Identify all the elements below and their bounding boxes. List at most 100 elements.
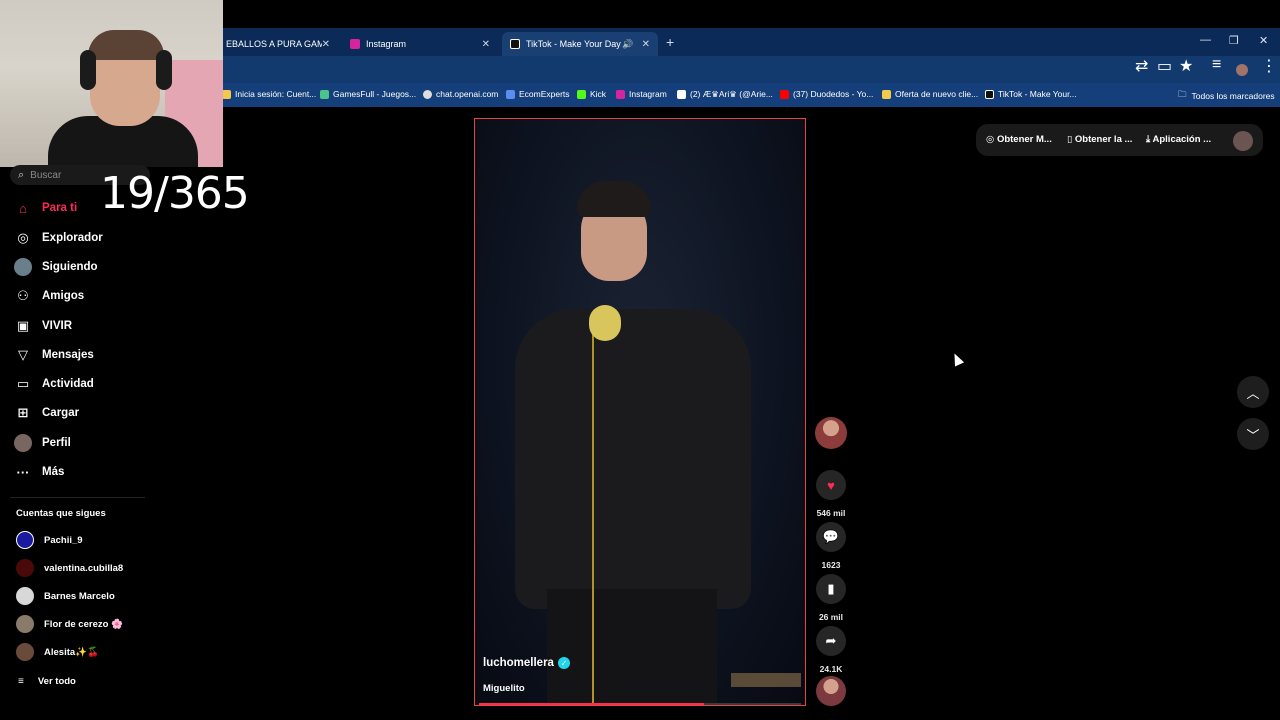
close-icon[interactable]: ✕ [322,39,330,50]
nav-amigos[interactable]: ⚇ Amigos [14,287,84,305]
tab-label: Instagram [366,39,407,49]
video-player[interactable]: luchomellera ✓ Miguelito [474,118,806,706]
close-icon[interactable]: ✕ [642,39,650,50]
new-tab-button[interactable]: + [666,34,674,50]
following-account[interactable]: Alesita✨🍒 [16,643,99,661]
bookmark-item[interactable]: TikTok - Make Your... [985,89,1077,99]
tab-tiktok[interactable]: TikTok - Make Your Day 🔊 ✕ [502,32,658,56]
avatar [16,559,34,577]
user-avatar[interactable] [1233,131,1253,151]
bookmark-item[interactable]: (37) Duodedos - Yo... [780,89,873,99]
share-icon: ➦ [816,626,846,656]
get-coins-button[interactable]: ◎ Obtener M... [986,134,1052,145]
sidebar-divider [10,497,145,498]
verified-icon: ✓ [557,657,570,669]
account-name: Barnes Marcelo [44,590,115,602]
comment-icon: 💬 [816,522,846,552]
nav-siguiendo[interactable]: Siguiendo [14,258,98,276]
nav-label: VIVIR [42,320,73,332]
upload-icon: ⊞ [17,405,29,420]
bookmark-item[interactable]: chat.openai.com [423,89,498,99]
mouse-cursor-icon [949,351,965,367]
bookmark-item[interactable]: Oferta de nuevo clie... [882,89,978,99]
video-progress-bar[interactable] [479,703,801,705]
nav-label: Siguiendo [42,261,98,273]
all-bookmarks[interactable]: 🗀 Todos los marcadores [1178,89,1275,103]
bookmark-item[interactable]: Inicia sesión: Cuent... [222,89,316,99]
bookmark-item[interactable]: Instagram [616,89,667,99]
search-icon: ⌕ [18,168,25,181]
bookmark-icon: ▮ [816,574,846,604]
video-author[interactable]: luchomellera ✓ [483,657,570,669]
nav-perfil[interactable]: Perfil [14,434,71,452]
nav-vivir[interactable]: ▣ VIVIR [14,317,72,335]
download-app-button[interactable]: ⤓ Aplicación ... [1146,134,1211,145]
bookmark-item[interactable]: Kick [577,89,606,99]
nav-explorador[interactable]: ◎ Explorador [14,229,102,247]
cast-icon[interactable]: ▭ [1157,56,1172,76]
get-app-button[interactable]: ▯ Obtener la ... [1067,134,1132,145]
next-video-button[interactable]: ﹀ [1237,418,1269,450]
nav-label: Amigos [42,290,85,302]
nav-actividad[interactable]: ▭ Actividad [14,375,94,393]
list-icon: ≡ [18,676,24,687]
video-description: Miguelito [483,683,525,694]
speaker-icon[interactable]: 🔊 [622,39,633,50]
more-icon: ··· [16,464,30,480]
nav-mas[interactable]: ··· Más [14,463,65,481]
profile-avatar-icon[interactable] [1236,64,1248,76]
translate-icon[interactable]: ⇄ [1135,56,1148,76]
following-icon [14,258,32,276]
like-button[interactable]: ♥ 546 mil [815,470,847,518]
activity-icon: ▭ [16,376,30,391]
bookmark-item[interactable]: GamesFull - Juegos... [320,89,416,99]
bookmark-item[interactable]: (2) Æ♛Ari♛ (@Arie... [677,89,773,100]
following-account[interactable]: valentina.cubilla8 [16,559,123,577]
nav-label: Más [42,466,65,478]
screen: { "browser": { "tabs": [ {"label": "EBAL… [0,0,1280,720]
previous-video-button[interactable]: ︿ [1237,376,1269,408]
like-count: 546 mil [816,508,846,518]
heart-icon: ♥ [816,470,846,500]
author-avatar[interactable] [815,417,847,449]
send-icon: ▽ [18,347,28,362]
restore-icon[interactable]: ❐ [1229,34,1239,47]
window-close-icon[interactable]: ✕ [1259,34,1268,47]
compass-icon: ◎ [17,230,29,245]
save-button[interactable]: ▮ 26 mil [815,574,847,622]
see-all-button[interactable]: ≡ Ver todo [18,676,76,687]
minimize-icon[interactable]: — [1200,34,1211,46]
mic-cable [592,329,594,705]
coin-icon: ◎ [986,134,997,145]
tab-instagram[interactable]: Instagram ✕ [342,32,498,56]
star-icon[interactable]: ★ [1179,56,1193,76]
search-placeholder: Buscar [30,169,62,181]
bookmark-item[interactable]: EcomExperts [506,89,570,99]
following-account[interactable]: Flor de cerezo 🌸 [16,615,123,633]
tab-gambeta[interactable]: EBALLOS A PURA GAMBETA ✕ [218,32,338,56]
kebab-menu-icon[interactable]: ⋮ [1261,56,1277,76]
bookmark-label: TikTok - Make Your... [998,89,1077,99]
tab-label: TikTok - Make Your Day [526,39,621,49]
share-button[interactable]: ➦ 24.1K [815,626,847,674]
following-account[interactable]: Pachii_9 [16,531,83,549]
nav-para-ti[interactable]: ⌂ Para ti [14,199,77,217]
download-app-label: Aplicación ... [1152,134,1212,145]
video-performer-legs [547,589,717,705]
bookmark-label: chat.openai.com [436,89,499,99]
following-account[interactable]: Barnes Marcelo [16,587,115,605]
live-icon: ▣ [16,318,30,333]
bookmark-label: Inicia sesión: Cuent... [235,89,317,99]
media-controls-icon[interactable]: ≡ [1212,56,1221,74]
account-name: valentina.cubilla8 [44,562,124,574]
phone-icon: ▯ [1067,134,1075,145]
headphones-icon [80,50,96,90]
comment-button[interactable]: 💬 1623 [815,522,847,570]
avatar [16,531,34,549]
close-icon[interactable]: ✕ [482,39,490,50]
kick-icon [577,89,586,99]
headphones-icon [156,50,172,90]
sound-avatar[interactable] [816,676,846,706]
nav-mensajes[interactable]: ▽ Mensajes [14,346,94,364]
nav-cargar[interactable]: ⊞ Cargar [14,404,80,422]
